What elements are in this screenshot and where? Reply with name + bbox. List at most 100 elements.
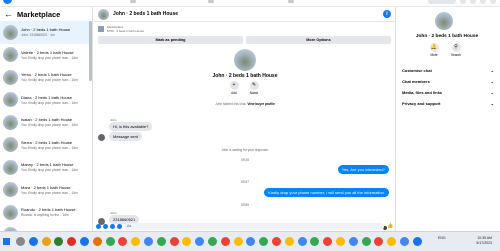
taskbar-app-icon[interactable] bbox=[361, 237, 371, 246]
mark-as-pending-button[interactable]: Mark as pending bbox=[98, 36, 243, 44]
image-icon[interactable] bbox=[103, 223, 108, 229]
sticker-icon[interactable] bbox=[110, 223, 115, 229]
gif-icon[interactable] bbox=[117, 223, 122, 229]
conversation-text: Sierra · 2 beds 1 bath House You: Kindly … bbox=[21, 140, 89, 150]
taskbar-app-icon[interactable] bbox=[92, 237, 102, 246]
bell-icon[interactable]: 🔔 bbox=[429, 43, 439, 52]
add-label: Add bbox=[231, 91, 237, 95]
conversation-preview: You: Kindly drop your phone num... 16m bbox=[21, 145, 78, 150]
menu-icon[interactable] bbox=[460, 0, 466, 4]
taskbar-app-icon[interactable] bbox=[246, 237, 256, 246]
windows-taskbar: ENG 10:35 AM 5/17/2023 bbox=[0, 231, 500, 251]
avatar[interactable] bbox=[98, 8, 109, 20]
add-action[interactable]: + Add bbox=[226, 81, 242, 95]
outgoing-message: Yes, Are you interested? bbox=[337, 165, 389, 174]
taskbar-app-icon[interactable] bbox=[105, 237, 115, 246]
marketplace-nav-icon[interactable] bbox=[288, 0, 294, 3]
message-input[interactable]: Aa bbox=[124, 222, 384, 230]
messenger-icon[interactable] bbox=[470, 0, 476, 4]
chat-title[interactable]: John · 2 beds 1 bath House bbox=[113, 11, 178, 17]
chat-panel: John · 2 beds 1 bath House i Marketplace… bbox=[94, 7, 396, 231]
taskbar-app-icon[interactable] bbox=[41, 237, 51, 246]
conversation-preview: You: Kindly drop your phone num... 16m bbox=[21, 123, 78, 128]
taskbar-app-icon[interactable] bbox=[336, 237, 345, 246]
info-icon[interactable]: i bbox=[383, 10, 391, 18]
taskbar-app-icon[interactable] bbox=[323, 237, 333, 246]
taskbar-app-icon[interactable] bbox=[16, 237, 25, 246]
conversation-item[interactable]: Yersu · 2 beds 1 bath House You: Kindly d… bbox=[0, 66, 92, 89]
timestamp: 09:57 bbox=[241, 180, 249, 184]
account-icon[interactable] bbox=[490, 0, 496, 4]
chat-started-notice: John started this chat. View buyer profi… bbox=[94, 102, 396, 106]
taskbar-app-icon[interactable] bbox=[195, 237, 205, 246]
view-buyer-profile-link[interactable]: View buyer profile bbox=[247, 102, 274, 106]
taskbar-app-icon[interactable] bbox=[387, 237, 397, 246]
add-person-icon[interactable]: + bbox=[229, 81, 239, 90]
taskbar-app-icon[interactable] bbox=[374, 237, 384, 246]
sidebar-scrollbar[interactable] bbox=[89, 21, 92, 81]
avatar bbox=[3, 47, 18, 63]
pencil-icon[interactable]: ✎ bbox=[249, 81, 259, 90]
conversation-item[interactable]: Sierra · 2 beds 1 bath House You: Kindly … bbox=[0, 134, 92, 157]
conversation-item[interactable]: Ruando · 2 beds 1 bath House Ruando: is a… bbox=[0, 201, 92, 224]
name-action[interactable]: ✎ Name bbox=[246, 81, 262, 95]
video-nav-icon[interactable] bbox=[208, 0, 214, 3]
language-indicator[interactable]: ENG bbox=[438, 236, 446, 240]
windows-start-icon[interactable] bbox=[3, 238, 10, 245]
section-media-files-links[interactable]: Media, files and links ⌄ bbox=[402, 87, 494, 98]
section-customise-chat[interactable]: Customise chat ⌄ bbox=[402, 65, 494, 76]
taskbar-app-icon[interactable] bbox=[348, 237, 358, 246]
taskbar-app-icon[interactable] bbox=[259, 237, 269, 246]
home-nav-icon[interactable] bbox=[130, 0, 136, 3]
mute-label: Mute bbox=[430, 53, 438, 57]
conversation-item[interactable]: Diana · 2 beds 1 bath House You: Kindly d… bbox=[0, 89, 92, 112]
conversation-item[interactable]: Mara · 2 beds 1 bath House You: Kindly dr… bbox=[0, 179, 92, 202]
taskbar-app-icon[interactable] bbox=[272, 237, 281, 246]
section-chat-members[interactable]: Chat members ⌄ bbox=[402, 76, 494, 87]
details-name: John · 2 beds 1 bath House bbox=[415, 34, 479, 39]
search-icon[interactable]: ⚲ bbox=[451, 43, 461, 52]
find-friends-pill[interactable] bbox=[428, 0, 456, 4]
avatar[interactable] bbox=[98, 134, 105, 141]
taskbar-app-icon[interactable] bbox=[412, 237, 422, 246]
taskbar-app-icon[interactable] bbox=[297, 237, 307, 246]
conversation-item[interactable]: Manny · 2 beds 1 bath House You: Kindly d… bbox=[0, 156, 92, 179]
taskbar-app-icon[interactable] bbox=[233, 237, 243, 246]
conversation-preview: You: Kindly drop your phone num... 16m bbox=[21, 78, 78, 83]
taskbar-app-icon[interactable] bbox=[67, 237, 77, 246]
taskbar-app-icon[interactable] bbox=[28, 237, 38, 246]
back-arrow-icon[interactable]: ← bbox=[4, 9, 13, 19]
section-label: Customise chat bbox=[402, 68, 432, 73]
facebook-logo-icon[interactable] bbox=[3, 0, 12, 4]
started-text: John started this chat. bbox=[215, 102, 247, 106]
notifications-icon[interactable] bbox=[480, 0, 486, 4]
conversation-item[interactable]: Isaiah · 2 beds 1 bath House You: Kindly … bbox=[0, 111, 92, 134]
taskbar-app-icon[interactable] bbox=[208, 237, 217, 246]
taskbar-app-icon[interactable] bbox=[118, 237, 128, 246]
taskbar-app-icon[interactable] bbox=[284, 237, 294, 246]
taskbar-app-icon[interactable] bbox=[310, 237, 320, 246]
taskbar-app-icon[interactable] bbox=[182, 237, 192, 246]
conversation-item[interactable]: Valerie · 2 beds 1 bath House You: Kindly… bbox=[0, 44, 92, 67]
taskbar-app-icon[interactable] bbox=[144, 237, 153, 246]
listing-thumbnail[interactable] bbox=[98, 26, 104, 32]
taskbar-app-icon[interactable] bbox=[131, 237, 141, 246]
taskbar-app-icon[interactable] bbox=[169, 237, 179, 246]
taskbar-app-icon[interactable] bbox=[156, 237, 166, 246]
listing-title[interactable]: $750 · 2 beds 1 bath House bbox=[107, 29, 144, 33]
clock[interactable]: 10:35 AM 5/17/2023 bbox=[476, 236, 492, 246]
plus-icon[interactable] bbox=[96, 223, 101, 229]
taskbar-app-icon[interactable] bbox=[54, 237, 64, 246]
taskbar-app-icon[interactable] bbox=[220, 237, 230, 246]
search-action[interactable]: ⚲ Search bbox=[448, 43, 464, 57]
conversation-preview: You: Kindly drop your phone num... 16m bbox=[21, 100, 78, 105]
thumbs-up-icon[interactable]: 👍 bbox=[387, 223, 393, 229]
conversation-item[interactable]: John · 2 beds 1 bath House John: 23186605… bbox=[0, 21, 92, 44]
taskbar-app-icon[interactable] bbox=[400, 237, 409, 246]
section-privacy-support[interactable]: Privacy and support ⌄ bbox=[402, 98, 494, 109]
mute-action[interactable]: 🔔 Mute bbox=[426, 43, 442, 57]
conversation-preview: Ruando: is anything for the... 16m bbox=[21, 213, 69, 218]
details-avatar[interactable] bbox=[435, 12, 453, 30]
more-options-button[interactable]: More Options bbox=[246, 36, 391, 44]
taskbar-app-icon[interactable] bbox=[80, 237, 89, 246]
